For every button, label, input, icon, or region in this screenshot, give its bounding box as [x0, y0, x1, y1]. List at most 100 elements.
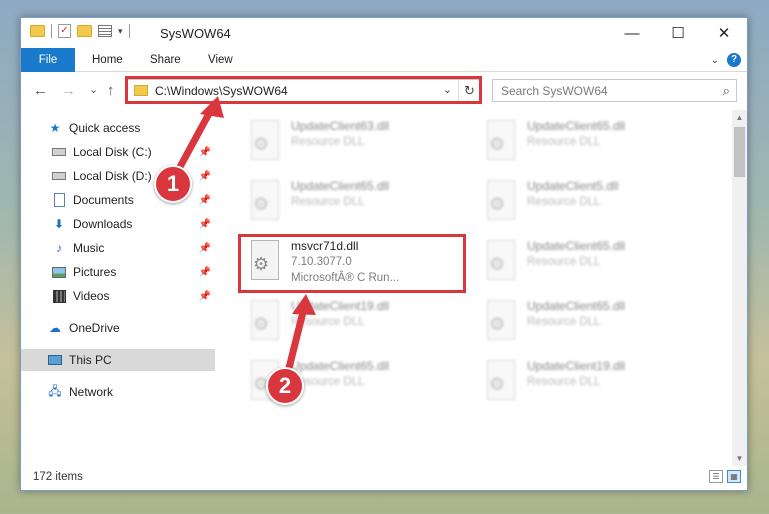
sidebar-item-label: Downloads	[73, 217, 133, 231]
separator	[128, 24, 130, 38]
file-highlight-box	[238, 234, 466, 293]
expand-ribbon-icon[interactable]: ⌄	[711, 55, 719, 66]
file-detail: Resource DLL	[527, 316, 601, 328]
back-arrow-icon[interactable]: ←	[33, 82, 48, 99]
quick-access-toolbar: ✓ ▾	[30, 24, 130, 38]
dll-file-icon: ⚙	[483, 300, 519, 344]
sidebar-item-quick-access[interactable]: ★ Quick access	[21, 117, 215, 139]
sidebar-item-music[interactable]: ♪ Music 📌	[21, 237, 215, 259]
file-detail: Resource DLL	[291, 196, 365, 208]
properties-check-icon[interactable]: ✓	[58, 24, 71, 38]
file-detail: Resource DLL	[527, 136, 601, 148]
network-icon: 🖧	[48, 383, 62, 398]
vertical-scrollbar[interactable]: ▲ ▼	[732, 110, 747, 466]
search-icon[interactable]: ⌕	[723, 83, 730, 99]
drive-icon	[51, 169, 67, 183]
maximize-button[interactable]: ☐	[655, 18, 701, 48]
file-item[interactable]: ⚙ UpdateClient19.dll Resource DLL	[475, 356, 675, 412]
scroll-down-icon[interactable]: ▼	[732, 451, 747, 466]
file-detail: Resource DLL	[291, 316, 365, 328]
new-folder-icon[interactable]	[77, 25, 92, 37]
dll-file-icon: ⚙	[247, 120, 283, 164]
tab-home[interactable]: Home	[80, 48, 135, 72]
file-name: UpdateClient63.dll	[291, 119, 390, 133]
file-item[interactable]: ⚙ UpdateClient65.dll Resource DLL	[475, 296, 675, 352]
file-item[interactable]: ⚙ UpdateClient65.dll Resource DLL	[475, 236, 675, 292]
file-name: UpdateClient65.dll	[291, 179, 390, 193]
sidebar-item-label: Quick access	[69, 121, 141, 135]
file-detail: Resource DLL	[291, 136, 365, 148]
minimize-button[interactable]: —	[609, 18, 655, 48]
sidebar-item-videos[interactable]: Videos 📌	[21, 285, 215, 307]
sidebar-item-label: Network	[69, 385, 114, 399]
file-name: UpdateClient65.dll	[527, 239, 626, 253]
dll-file-icon: ⚙	[483, 120, 519, 164]
dll-file-icon: ⚙	[247, 300, 283, 344]
sidebar-item-label: Local Disk (D:)	[73, 169, 152, 183]
pin-icon[interactable]: 📌	[199, 171, 211, 182]
details-view-icon[interactable]: ☰	[709, 470, 723, 483]
file-item[interactable]: ⚙ UpdateClient63.dll Resource DLL	[239, 116, 439, 172]
file-name: UpdateClient65.dll	[527, 299, 626, 313]
file-item[interactable]: ⚙ UpdateClient65.dll Resource DLL	[239, 176, 439, 232]
cloud-icon: ☁	[49, 321, 61, 335]
computer-icon	[47, 353, 63, 367]
download-icon: ⬇	[53, 217, 65, 231]
search-input[interactable]: Search SysWOW64 ⌕	[492, 79, 737, 102]
sidebar-item-downloads[interactable]: ⬇ Downloads 📌	[21, 213, 215, 235]
tab-share[interactable]: Share	[138, 48, 193, 72]
tab-view[interactable]: View	[196, 48, 245, 72]
title-bar: ✓ ▾ SysWOW64 — ☐ ✕	[21, 18, 747, 48]
list-properties-icon[interactable]	[98, 25, 112, 37]
scroll-thumb[interactable]	[734, 127, 745, 177]
pin-icon[interactable]: 📌	[199, 147, 211, 158]
ribbon-tabs: File Home Share View ⌄ ?	[21, 48, 747, 72]
sidebar-item-label: Videos	[73, 289, 110, 303]
file-detail: Resource DLL	[527, 376, 601, 388]
dll-file-icon: ⚙	[483, 360, 519, 404]
pin-icon[interactable]: 📌	[199, 219, 211, 230]
forward-arrow-icon[interactable]: →	[61, 82, 76, 99]
tab-file[interactable]: File	[21, 48, 75, 72]
window-title: SysWOW64	[160, 26, 231, 41]
search-placeholder: Search SysWOW64	[501, 84, 608, 98]
star-icon: ★	[49, 121, 61, 135]
help-icon[interactable]: ?	[727, 53, 741, 67]
file-name: UpdateClient65.dll	[291, 359, 390, 373]
up-arrow-icon[interactable]: ↑	[107, 82, 115, 99]
separator	[51, 24, 52, 38]
file-name: UpdateClient19.dll	[527, 359, 626, 373]
sidebar-item-onedrive[interactable]: ☁ OneDrive	[21, 317, 215, 339]
file-item[interactable]: ⚙ UpdateClient5.dll Resource DLL	[475, 176, 675, 232]
pin-icon[interactable]: 📌	[199, 243, 211, 254]
item-count: 172 items	[33, 471, 83, 483]
music-icon: ♪	[56, 241, 62, 255]
sidebar-item-label: Pictures	[73, 265, 117, 279]
file-detail: Resource DLL	[527, 196, 601, 208]
pin-icon[interactable]: 📌	[199, 291, 211, 302]
sidebar-item-network[interactable]: 🖧 Network	[21, 381, 215, 403]
pin-icon[interactable]: 📌	[199, 195, 211, 206]
step-marker-1: 1	[154, 165, 192, 203]
close-button[interactable]: ✕	[701, 18, 747, 48]
file-item[interactable]: ⚙ UpdateClient65.dll Resource DLL	[475, 116, 675, 172]
dll-file-icon: ⚙	[483, 180, 519, 224]
sidebar-item-label: Documents	[73, 193, 134, 207]
sidebar-item-pictures[interactable]: Pictures 📌	[21, 261, 215, 283]
file-name: UpdateClient19.dll	[291, 299, 390, 313]
file-item[interactable]: ⚙ UpdateClient19.dll Resource DLL	[239, 296, 439, 352]
folder-icon	[30, 25, 45, 37]
pin-icon[interactable]: 📌	[199, 267, 211, 278]
sidebar-item-label: This PC	[69, 353, 112, 367]
navigation-pane: ★ Quick access Local Disk (C:) 📌 Local D…	[21, 110, 215, 455]
recent-locations-icon[interactable]: ⌄	[89, 83, 98, 96]
large-icons-view-icon[interactable]: ▦	[727, 470, 741, 483]
sidebar-item-this-pc[interactable]: This PC	[21, 349, 215, 371]
customize-arrow-icon[interactable]: ▾	[118, 26, 123, 37]
documents-icon	[51, 193, 67, 207]
sidebar-item-local-disk-c[interactable]: Local Disk (C:) 📌	[21, 141, 215, 163]
scroll-up-icon[interactable]: ▲	[732, 110, 747, 125]
step-marker-2: 2	[266, 367, 304, 405]
dll-file-icon: ⚙	[483, 240, 519, 284]
address-highlight-box	[125, 76, 482, 104]
